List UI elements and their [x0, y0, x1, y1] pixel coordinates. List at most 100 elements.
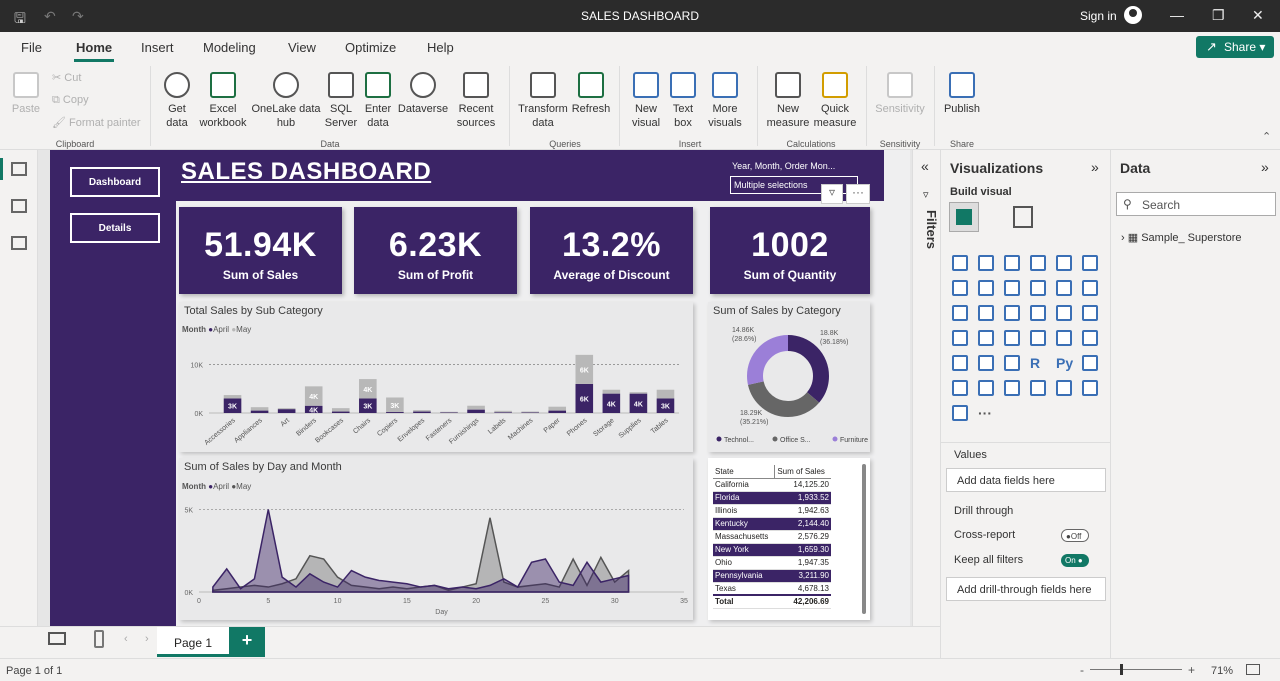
qa-icon[interactable]	[1004, 380, 1020, 396]
line-icon[interactable]	[952, 280, 968, 296]
zoom-out-icon[interactable]: -	[1080, 663, 1084, 677]
cut-button[interactable]: ✂ Cut	[52, 71, 81, 84]
funnel-icon[interactable]	[978, 305, 994, 321]
model-view-icon[interactable]	[11, 236, 27, 250]
table-row[interactable]: Pennsylvania 3,211.90	[713, 569, 831, 583]
more-options-icon[interactable]: ···	[846, 184, 870, 204]
treemap-icon[interactable]	[1082, 305, 1098, 321]
copy-button[interactable]: ⧉ Copy	[52, 94, 89, 107]
report-icon[interactable]	[1082, 380, 1098, 396]
close-icon[interactable]: ✕	[1252, 7, 1264, 24]
subcategory-bar-chart[interactable]: Total Sales by Sub Category Month ●April…	[179, 302, 693, 452]
sql-server-button[interactable]: SQL Server	[322, 72, 360, 130]
collapse-viz-icon[interactable]: »	[1091, 159, 1099, 175]
python-visual-icon[interactable]: Py	[1056, 355, 1073, 371]
minimize-icon[interactable]: —	[1170, 7, 1184, 23]
trophy-icon[interactable]	[1056, 380, 1072, 396]
waterfall-icon[interactable]	[952, 305, 968, 321]
recent-sources-button[interactable]: Recent sources	[450, 72, 502, 130]
get-data-button[interactable]: Get data	[158, 72, 196, 130]
table-tree-item[interactable]: › ▦ Sample_ Superstore	[1121, 231, 1241, 244]
clustered-bar-icon[interactable]	[1004, 255, 1020, 271]
clustered-column-icon[interactable]	[1030, 255, 1046, 271]
paginated-icon[interactable]	[1030, 380, 1046, 396]
r-visual-icon[interactable]: R	[1030, 355, 1040, 371]
table-header[interactable]: Sum of Sales	[774, 465, 831, 479]
desktop-layout-icon[interactable]	[48, 632, 66, 645]
mobile-layout-icon[interactable]	[94, 630, 104, 648]
page-tab-1[interactable]: Page 1	[157, 627, 229, 657]
table-row[interactable]: New York 1,659.30	[713, 543, 831, 557]
share-button[interactable]: ↗ Share ▾	[1196, 36, 1274, 58]
transform-data-button[interactable]: Transform data	[516, 72, 570, 130]
100-column-icon[interactable]	[1082, 255, 1098, 271]
table-header[interactable]: State	[713, 465, 775, 479]
kpi-card-sales[interactable]: 51.94K Sum of Sales	[179, 207, 342, 294]
zoom-slider-thumb[interactable]	[1120, 664, 1123, 675]
pie-icon[interactable]	[1030, 305, 1046, 321]
zoom-slider[interactable]	[1090, 669, 1182, 670]
line-column-icon[interactable]	[1030, 280, 1046, 296]
more-visuals-button[interactable]: More visuals	[700, 72, 750, 130]
add-page-button[interactable]: +	[229, 627, 265, 657]
next-page-icon[interactable]: ›	[145, 633, 149, 645]
100-bar-icon[interactable]	[1056, 255, 1072, 271]
table-scrollbar[interactable]	[862, 464, 866, 614]
report-view-icon[interactable]	[11, 162, 27, 176]
tab-modeling[interactable]: Modeling	[203, 40, 256, 55]
power-apps-icon[interactable]	[952, 405, 968, 421]
dataverse-button[interactable]: Dataverse	[396, 72, 450, 116]
paste-button[interactable]: Paste	[8, 72, 44, 116]
more-visuals-icon[interactable]: ···	[978, 405, 992, 421]
restore-icon[interactable]: ❐	[1212, 7, 1225, 24]
filter-icon[interactable]: ▿	[821, 184, 843, 204]
table-row[interactable]: Massachusetts 2,576.29	[713, 530, 831, 544]
table-view-icon[interactable]	[11, 199, 27, 213]
values-well[interactable]: Add data fields here	[946, 468, 1106, 492]
tab-optimize[interactable]: Optimize	[345, 40, 396, 55]
sign-in-link[interactable]: Sign in	[1080, 9, 1117, 23]
kpi-card-profit[interactable]: 6.23K Sum of Profit	[354, 207, 517, 294]
tab-home[interactable]: Home	[73, 40, 115, 62]
filters-pane-collapsed[interactable]: « ▿ Filters	[912, 150, 940, 658]
map-icon[interactable]	[952, 330, 968, 346]
format-painter-button[interactable]: 🖌 Format painter	[52, 116, 141, 129]
collapse-data-icon[interactable]: »	[1261, 159, 1269, 175]
azure-map-icon[interactable]	[1004, 330, 1020, 346]
data-search-input[interactable]: ⚲ Search	[1116, 192, 1276, 216]
build-visual-tab[interactable]	[949, 202, 979, 232]
area-icon[interactable]	[978, 280, 994, 296]
table-row[interactable]: Illinois 1,942.63	[713, 504, 831, 518]
enter-data-button[interactable]: Enter data	[360, 72, 396, 130]
tab-insert[interactable]: Insert	[141, 40, 174, 55]
decomposition-tree-icon[interactable]	[978, 380, 994, 396]
ribbon-icon[interactable]	[1082, 280, 1098, 296]
expand-filters-icon[interactable]: «	[921, 158, 929, 174]
table-row[interactable]: California 14,125.20	[713, 478, 831, 492]
kpi-card-quantity[interactable]: 1002 Sum of Quantity	[710, 207, 870, 294]
collapse-ribbon-icon[interactable]: ⌃	[1262, 130, 1271, 143]
scatter-icon[interactable]	[1004, 305, 1020, 321]
multirow-card-icon[interactable]	[1082, 330, 1098, 346]
zoom-in-icon[interactable]: +	[1188, 663, 1195, 677]
slicer-icon[interactable]	[978, 355, 994, 371]
sensitivity-button[interactable]: Sensitivity	[872, 72, 928, 116]
tab-help[interactable]: Help	[427, 40, 454, 55]
drill-through-well[interactable]: Add drill-through fields here	[946, 577, 1106, 601]
kpi-icon[interactable]	[952, 355, 968, 371]
fit-to-page-icon[interactable]	[1246, 664, 1260, 675]
filled-map-icon[interactable]	[978, 330, 994, 346]
gauge-icon[interactable]	[1030, 330, 1046, 346]
format-visual-icon[interactable]	[1013, 206, 1033, 228]
kpi-card-discount[interactable]: 13.2% Average of Discount	[530, 207, 693, 294]
details-nav-button[interactable]: Details	[70, 213, 160, 243]
donut-icon[interactable]	[1056, 305, 1072, 321]
table-row[interactable]: Florida 1,933.52	[713, 491, 831, 505]
table-row[interactable]: Kentucky 2,144.40	[713, 517, 831, 531]
text-box-button[interactable]: Text box	[666, 72, 700, 130]
avatar[interactable]	[1124, 6, 1142, 24]
publish-button[interactable]: Publish	[942, 72, 982, 116]
stacked-area-icon[interactable]	[1004, 280, 1020, 296]
card-icon[interactable]	[1056, 330, 1072, 346]
category-donut-chart[interactable]: Sum of Sales by Category 18.8K (36.18%) 18…	[708, 302, 870, 452]
